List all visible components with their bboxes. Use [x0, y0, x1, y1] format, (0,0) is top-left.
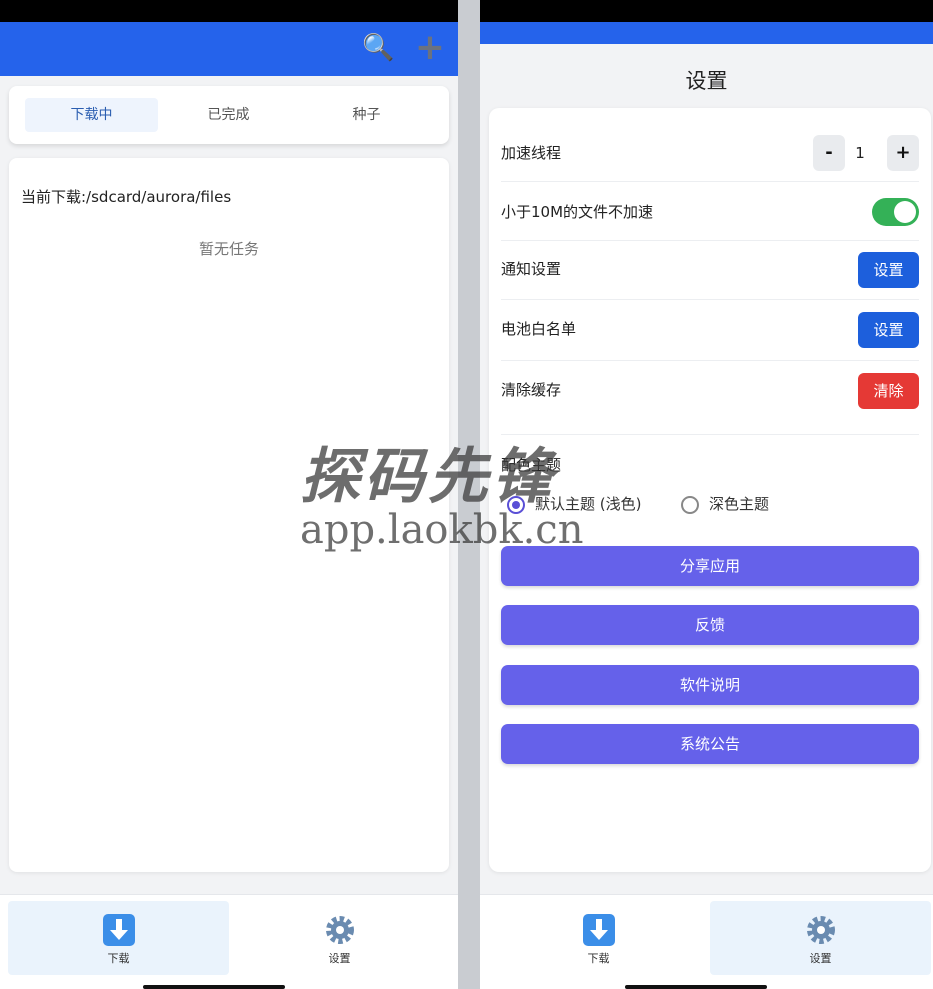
decrement-button[interactable]: -: [813, 135, 845, 171]
battery-row: 电池白名单 设置: [501, 300, 919, 361]
increment-button[interactable]: +: [887, 135, 919, 171]
nav-download-label: 下载: [107, 952, 130, 965]
threads-label: 加速线程: [501, 144, 562, 162]
notification-label: 通知设置: [501, 260, 562, 278]
gear-icon: [806, 916, 835, 944]
no-accel-label: 小于10M的文件不加速: [501, 203, 654, 221]
notification-row: 通知设置 设置: [501, 240, 919, 300]
theme-label: 配色主题: [501, 456, 562, 474]
download-arrow-icon: [582, 914, 615, 946]
nav-settings[interactable]: 设置: [710, 901, 931, 975]
search-icon[interactable]: 🔍: [362, 32, 394, 64]
download-list: 当前下载:/sdcard/aurora/files 暂无任务: [9, 158, 449, 872]
notification-settings-button[interactable]: 设置: [858, 252, 919, 288]
nav-settings-label: 设置: [328, 952, 351, 965]
theme-dark-label: 深色主题: [709, 495, 770, 513]
status-bar: [0, 0, 458, 22]
no-accel-toggle[interactable]: [872, 198, 919, 226]
tab-torrents[interactable]: 种子: [300, 98, 433, 132]
app-info-button[interactable]: 软件说明: [501, 665, 919, 705]
gear-icon: [325, 916, 354, 944]
status-bar: [480, 0, 933, 22]
app-bar: 🔍 +: [0, 22, 458, 76]
theme-light-radio[interactable]: 默认主题 (浅色): [507, 493, 641, 515]
settings-screen: 设置 加速线程 - 1 + 小于10M的文件不加速 通知设置 设置 电池白名单 …: [480, 0, 933, 989]
feedback-button[interactable]: 反馈: [501, 605, 919, 645]
downloads-screen: 🔍 + 下载中 已完成 种子 当前下载:/sdcard/aurora/files…: [0, 0, 458, 989]
nav-download[interactable]: 下载: [488, 901, 709, 975]
toggle-knob: [894, 201, 916, 223]
home-indicator[interactable]: [143, 985, 285, 989]
theme-dark-radio[interactable]: 深色主题: [681, 493, 769, 515]
theme-light-label: 默认主题 (浅色): [535, 495, 642, 513]
current-download-path: 当前下载:/sdcard/aurora/files: [21, 188, 232, 206]
threads-value: 1: [855, 144, 865, 162]
nav-settings[interactable]: 设置: [229, 901, 450, 975]
tab-downloading[interactable]: 下载中: [25, 98, 158, 132]
screen-divider: [458, 0, 480, 989]
cache-label: 清除缓存: [501, 381, 562, 399]
nav-settings-label: 设置: [809, 952, 832, 965]
no-accel-row: 小于10M的文件不加速: [501, 183, 919, 241]
download-arrow-icon: [102, 914, 135, 946]
announcement-button[interactable]: 系统公告: [501, 724, 919, 764]
home-indicator[interactable]: [625, 985, 767, 989]
nav-download[interactable]: 下载: [8, 901, 229, 975]
download-tabs: 下载中 已完成 种子: [9, 86, 449, 144]
radio-selected-icon: [507, 495, 525, 514]
app-bar: [480, 22, 933, 44]
settings-card: 加速线程 - 1 + 小于10M的文件不加速 通知设置 设置 电池白名单 设置 …: [489, 108, 931, 872]
tab-completed[interactable]: 已完成: [162, 98, 295, 132]
threads-row: 加速线程 - 1 +: [501, 124, 919, 182]
share-app-button[interactable]: 分享应用: [501, 546, 919, 586]
bottom-nav: 下载 设置: [0, 894, 458, 989]
nav-download-label: 下载: [587, 952, 610, 965]
bottom-nav: 下载 设置: [480, 894, 933, 989]
page-title: 设置: [685, 69, 728, 93]
plus-icon[interactable]: +: [414, 30, 446, 66]
cache-row: 清除缓存 清除: [501, 361, 919, 435]
clear-cache-button[interactable]: 清除: [858, 373, 919, 409]
battery-settings-button[interactable]: 设置: [858, 312, 919, 348]
battery-label: 电池白名单: [501, 320, 577, 338]
radio-unselected-icon: [681, 495, 699, 514]
empty-state-text: 暂无任务: [198, 240, 259, 258]
